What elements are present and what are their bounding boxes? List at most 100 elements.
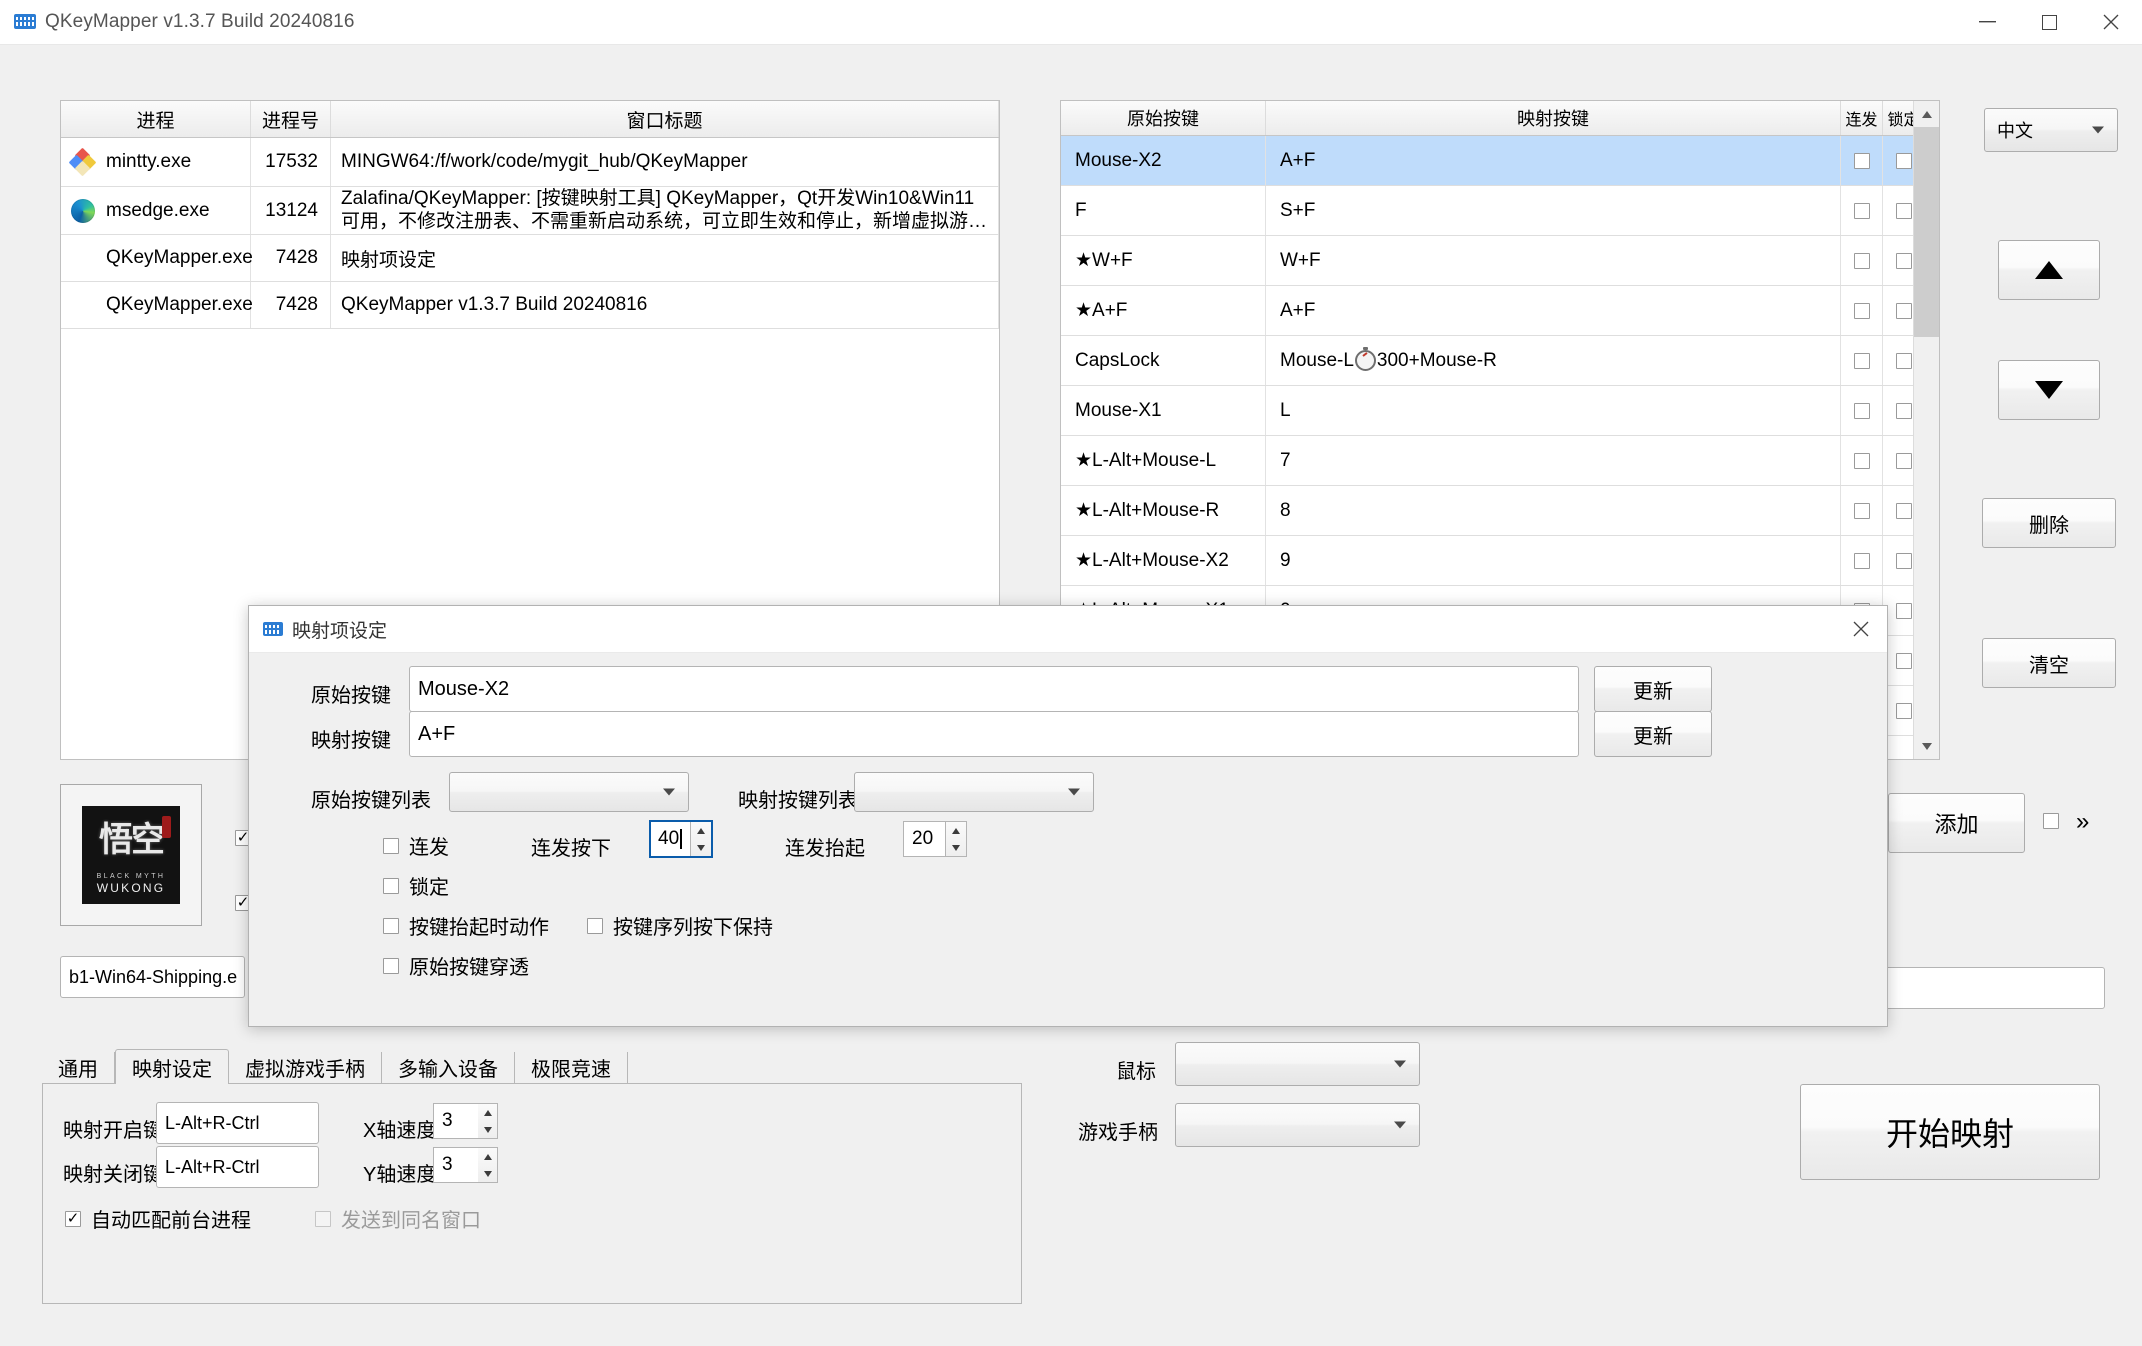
table-row[interactable]: mintty.exe 17532 MINGW64:/f/work/code/my…	[61, 138, 999, 187]
seq-hold-checkbox[interactable]	[587, 918, 603, 934]
burst-release-decrement[interactable]	[946, 839, 966, 856]
tab-mapping[interactable]: 映射设定	[115, 1049, 229, 1084]
expand-chevron-icon[interactable]: »	[2076, 808, 2089, 836]
add-option-checkbox[interactable]	[2043, 813, 2059, 829]
tab-virtual-gamepad[interactable]: 虚拟游戏手柄	[229, 1052, 382, 1083]
burst-press-decrement[interactable]	[691, 839, 711, 856]
x-speed-input[interactable]: 3	[433, 1103, 479, 1139]
table-row[interactable]: Mouse-X1 L	[1061, 386, 1939, 436]
burst-checkbox[interactable]	[1854, 303, 1870, 319]
start-key-input[interactable]: L-Alt+R-Ctrl	[156, 1102, 319, 1144]
burst-cell[interactable]	[1841, 486, 1883, 535]
column-header-mapped-key[interactable]: 映射按键	[1266, 101, 1841, 135]
scroll-up-icon[interactable]	[1914, 101, 1940, 127]
burst-cell[interactable]	[1841, 286, 1883, 335]
passthrough-checkbox[interactable]	[383, 958, 399, 974]
y-speed-increment[interactable]	[478, 1148, 497, 1165]
add-button[interactable]: 添加	[1888, 793, 2025, 853]
burst-cell[interactable]	[1841, 186, 1883, 235]
burst-press-stepper[interactable]	[690, 822, 711, 856]
mapped-key-update-button[interactable]: 更新	[1594, 711, 1712, 757]
burst-release-stepper[interactable]	[945, 822, 966, 856]
column-header-process[interactable]: 进程	[61, 101, 251, 137]
keyup-action-checkbox[interactable]	[383, 918, 399, 934]
burst-checkbox[interactable]	[1854, 353, 1870, 369]
move-up-button[interactable]	[1998, 240, 2100, 300]
lock-checkbox[interactable]	[1896, 653, 1912, 669]
auto-match-row[interactable]: 自动匹配前台进程	[65, 1204, 251, 1233]
column-header-original-key[interactable]: 原始按键	[1061, 101, 1266, 135]
burst-cell[interactable]	[1841, 386, 1883, 435]
original-key-update-button[interactable]: 更新	[1594, 666, 1712, 712]
table-row[interactable]: QKeyMapper.exe 7428 映射项设定	[61, 235, 999, 282]
language-select[interactable]: 中文	[1984, 108, 2118, 152]
lock-checkbox[interactable]	[1896, 353, 1912, 369]
gamepad-select[interactable]	[1175, 1103, 1420, 1147]
table-row[interactable]: ★L-Alt+Mouse-L 7	[1061, 436, 1939, 486]
keymap-scrollbar[interactable]	[1913, 101, 1939, 759]
scrollbar-thumb[interactable]	[1914, 127, 1940, 337]
y-speed-stepper[interactable]	[478, 1147, 498, 1183]
lock-checkbox[interactable]	[1896, 403, 1912, 419]
table-row[interactable]: ★A+F A+F	[1061, 286, 1939, 336]
column-header-window-title[interactable]: 窗口标题	[331, 101, 999, 137]
burst-checkbox[interactable]	[1854, 403, 1870, 419]
burst-cell[interactable]	[1841, 336, 1883, 385]
burst-press-increment[interactable]	[691, 822, 711, 839]
mapped-key-list-select[interactable]	[854, 772, 1094, 812]
lock-option-row[interactable]: 锁定	[383, 871, 449, 900]
table-row[interactable]: F S+F	[1061, 186, 1939, 236]
table-row[interactable]: ★L-Alt+Mouse-X2 9	[1061, 536, 1939, 586]
keyup-action-row[interactable]: 按键抬起时动作	[383, 911, 549, 940]
burst-option-row[interactable]: 连发	[383, 831, 449, 860]
burst-press-input[interactable]: 40	[649, 820, 713, 858]
burst-checkbox[interactable]	[1854, 553, 1870, 569]
column-header-pid[interactable]: 进程号	[251, 101, 331, 137]
lock-checkbox[interactable]	[1896, 553, 1912, 569]
burst-cell[interactable]	[1841, 536, 1883, 585]
lock-checkbox[interactable]	[1896, 453, 1912, 469]
start-mapping-button[interactable]: 开始映射	[1800, 1084, 2100, 1180]
y-speed-input[interactable]: 3	[433, 1147, 479, 1183]
stop-key-input[interactable]: L-Alt+R-Ctrl	[156, 1146, 319, 1188]
table-row[interactable]: ★L-Alt+Mouse-R 8	[1061, 486, 1939, 536]
lock-checkbox[interactable]	[1896, 503, 1912, 519]
move-down-button[interactable]	[1998, 360, 2100, 420]
burst-release-increment[interactable]	[946, 822, 966, 839]
lock-checkbox[interactable]	[1896, 703, 1912, 719]
burst-checkbox[interactable]	[1854, 453, 1870, 469]
lock-checkbox[interactable]	[1896, 153, 1912, 169]
burst-cell[interactable]	[1841, 136, 1883, 185]
table-row[interactable]: ★W+F W+F	[1061, 236, 1939, 286]
dialog-close-icon[interactable]	[1835, 606, 1887, 652]
table-row[interactable]: msedge.exe 13124 Zalafina/QKeyMapper: [按…	[61, 187, 999, 235]
original-key-input[interactable]: Mouse-X2	[409, 666, 1579, 712]
burst-checkbox[interactable]	[383, 838, 399, 854]
x-speed-increment[interactable]	[478, 1104, 497, 1121]
burst-checkbox[interactable]	[1854, 503, 1870, 519]
lock-checkbox[interactable]	[1896, 203, 1912, 219]
scroll-down-icon[interactable]	[1914, 733, 1940, 759]
column-header-burst[interactable]: 连发	[1841, 101, 1883, 135]
burst-cell[interactable]	[1841, 236, 1883, 285]
table-row[interactable]: CapsLock Mouse-L300+Mouse-R	[1061, 336, 1939, 386]
lock-checkbox[interactable]	[1896, 603, 1912, 619]
tab-forza[interactable]: 极限竞速	[515, 1052, 628, 1083]
seq-hold-row[interactable]: 按键序列按下保持	[587, 911, 773, 940]
burst-checkbox[interactable]	[1854, 153, 1870, 169]
original-key-list-select[interactable]	[449, 772, 689, 812]
burst-checkbox[interactable]	[1854, 203, 1870, 219]
x-speed-decrement[interactable]	[478, 1121, 497, 1138]
mouse-select[interactable]	[1175, 1042, 1420, 1086]
passthrough-row[interactable]: 原始按键穿透	[383, 951, 529, 980]
delete-button[interactable]: 删除	[1982, 498, 2116, 548]
lock-checkbox[interactable]	[1896, 303, 1912, 319]
minimize-icon[interactable]	[1956, 0, 2018, 44]
lock-checkbox[interactable]	[1896, 253, 1912, 269]
close-icon[interactable]	[2080, 0, 2142, 44]
mapped-key-input[interactable]: A+F	[409, 711, 1579, 757]
burst-release-input[interactable]: 20	[903, 821, 967, 857]
tab-general[interactable]: 通用	[42, 1052, 115, 1083]
maximize-icon[interactable]	[2018, 0, 2080, 44]
tab-multi-input[interactable]: 多输入设备	[382, 1052, 515, 1083]
